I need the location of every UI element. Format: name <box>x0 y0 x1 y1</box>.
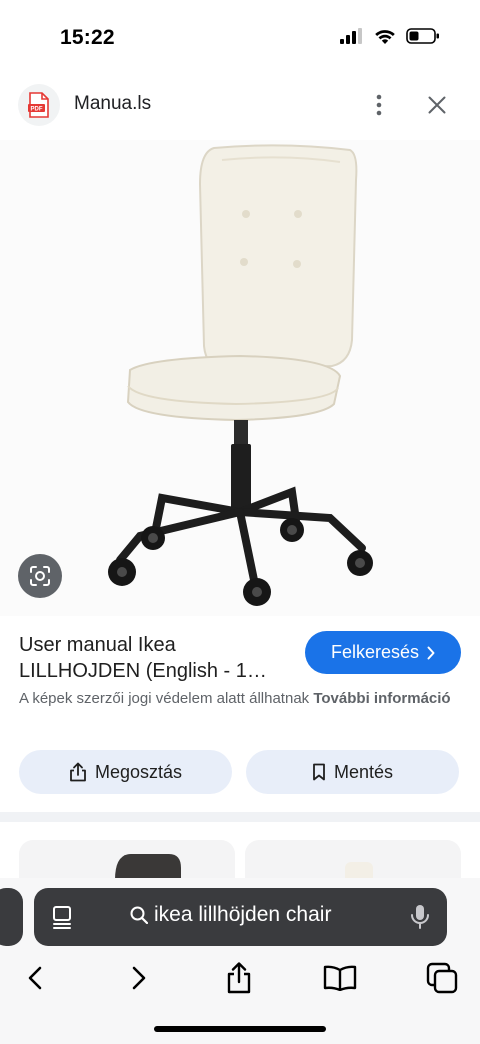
status-bar: 15:22 <box>0 0 480 72</box>
tabs-icon[interactable] <box>50 904 76 930</box>
lens-button[interactable] <box>18 554 62 598</box>
lens-icon <box>30 566 50 586</box>
result-title-line1: User manual Ikea <box>19 634 176 656</box>
bookmarks-button[interactable] <box>315 956 365 1000</box>
bookmark-icon <box>313 763 325 781</box>
chair-image <box>108 144 373 606</box>
copyright-notice: A képek szerzői jogi védelem alatt állha… <box>19 688 459 710</box>
share-button[interactable]: Megosztás <box>19 750 232 794</box>
status-icons <box>340 28 440 44</box>
result-image[interactable] <box>0 140 480 616</box>
forward-icon <box>132 966 146 990</box>
search-query-display[interactable]: ikea lillhöjden chair <box>130 903 331 927</box>
save-button[interactable]: Mentés <box>246 750 459 794</box>
close-icon <box>428 96 446 114</box>
more-icon <box>376 94 382 116</box>
book-icon <box>323 965 357 991</box>
wifi-icon <box>375 30 395 44</box>
search-query: ikea lillhöjden chair <box>154 903 332 926</box>
mic-icon[interactable] <box>409 904 431 930</box>
home-indicator[interactable] <box>154 1026 326 1032</box>
tab-overview-icon <box>426 962 458 994</box>
battery-icon <box>406 28 439 44</box>
result-header: PDF Manua.ls <box>0 78 480 134</box>
share-label: Megosztás <box>94 761 183 782</box>
previous-tab-preview[interactable] <box>0 888 23 946</box>
chevron-right-icon <box>427 646 435 659</box>
search-icon <box>130 906 148 924</box>
status-time: 15:22 <box>60 26 115 49</box>
result-title-line2: LILLHOJDEN (English - 1… <box>19 660 267 682</box>
address-bar[interactable]: ikea lillhöjden chair <box>34 888 447 946</box>
pdf-badge: PDF <box>31 107 43 113</box>
more-info-link[interactable]: További információ <box>313 690 450 707</box>
copyright-text: A képek szerzői jogi védelem alatt állha… <box>19 690 310 707</box>
site-name[interactable]: Manua.ls <box>74 93 151 115</box>
visit-label: Felkeresés <box>330 642 420 662</box>
visit-button[interactable]: Felkeresés <box>305 631 461 674</box>
section-divider <box>0 812 480 822</box>
browser-toolbar: ikea lillhöjden chair <box>0 878 480 1044</box>
result-title[interactable]: User manual Ikea LILLHOJDEN (English - 1… <box>19 632 289 684</box>
back-button[interactable] <box>10 956 60 1000</box>
signal-icon <box>340 28 362 44</box>
more-options-button[interactable] <box>364 88 394 122</box>
share-sheet-icon <box>227 962 251 994</box>
close-button[interactable] <box>421 88 453 122</box>
save-label: Mentés <box>333 761 394 782</box>
back-icon <box>28 966 42 990</box>
forward-button[interactable] <box>114 956 164 1000</box>
tab-overview-button[interactable] <box>417 956 467 1000</box>
pdf-icon: PDF <box>28 92 49 118</box>
navigation-row <box>0 956 480 1006</box>
site-favicon[interactable]: PDF <box>18 84 60 126</box>
share-sheet-button[interactable] <box>214 956 264 1000</box>
share-icon <box>70 762 86 782</box>
